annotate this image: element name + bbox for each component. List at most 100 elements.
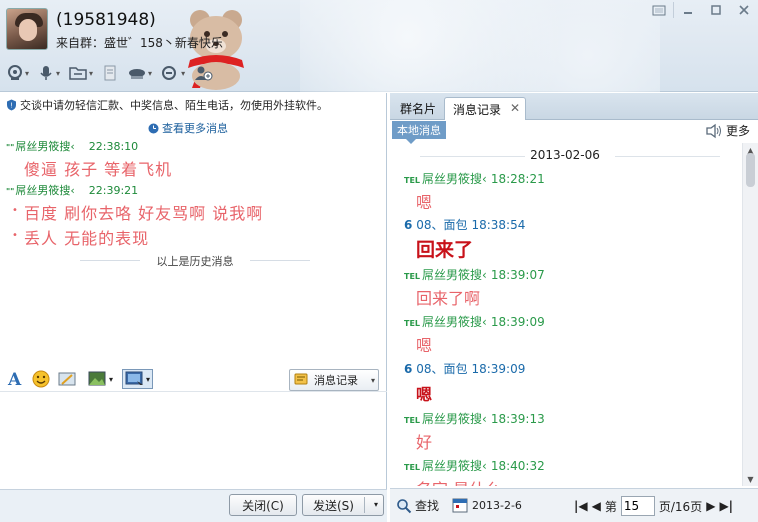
file-transfer-button[interactable]: ▾ [66,62,95,84]
scroll-thumb[interactable] [746,153,755,187]
font-button[interactable]: A [6,369,24,389]
log-date-divider: 2013-02-06 [400,148,730,162]
tel-badge-icon: TEL [404,463,421,472]
shield-icon: ! [7,99,16,111]
video-call-button[interactable]: ▾ [4,62,31,84]
tab-message-record-label: 消息记录 [453,102,502,117]
chat-header: (19581948) 来自群：盛世゛158丶新春快乐 ▾ ▾ ▾ ▾ ▾ [0,0,758,92]
log-message: 嗯 [416,336,433,355]
picture-icon [88,371,106,386]
message-input[interactable] [0,393,387,489]
local-messages-tab[interactable]: 本地消息 [392,121,446,144]
more-button[interactable]: 更多 [705,122,750,139]
record-subbar: 本地消息 更多 [390,120,758,144]
scroll-down-icon[interactable]: ▼ [743,472,758,486]
screenshot-button[interactable]: ▾ [122,369,154,389]
prev-page-icon[interactable]: ◀ [592,499,601,513]
tab-message-record[interactable]: 消息记录 ✕ [444,97,527,120]
screenshot-icon [125,371,143,385]
pager: |◀ ◀ 第 页/16页 ▶ ▶| [574,496,733,516]
image-button[interactable]: ▾ [88,369,113,389]
log-message: 嗯 [416,385,433,404]
document-icon [104,65,116,81]
log-sender: TEL 屌丝男筱搜‹ 18:40:32 [404,459,545,473]
send-button[interactable]: 发送(S) ▾ [302,494,384,516]
tel-badge-icon: "" [6,187,15,196]
history-sender: ""屌丝男筱搜‹ 22:39:21 [6,184,139,197]
history-message: 傻逼 孩子 等着飞机 [24,160,173,179]
tab-group-card[interactable]: 群名片 [392,97,444,120]
history-message: 丢人 无能的表现 [12,225,149,249]
last-page-icon[interactable]: ▶| [719,499,733,513]
svg-text:!: ! [10,102,13,110]
tel-badge-icon: TEL [404,416,421,425]
clock-icon [148,123,159,133]
date-picker-button[interactable]: 2013-2-6 [452,497,522,513]
tel-badge-icon: TEL [404,272,421,281]
message-record-button[interactable]: 消息记录 ▾ [289,369,379,391]
next-page-icon[interactable]: ▶ [706,499,715,513]
font-icon: A [7,370,22,388]
app-center-button[interactable]: ▾ [158,62,187,84]
history-message: 百度 刷你去咯 好友骂啊 说我啊 [12,200,263,224]
side-tabs: 群名片 消息记录 ✕ [390,93,758,120]
log-message: 嗯 [416,193,433,212]
group-id: (19581948) [56,10,156,30]
announcement-button[interactable]: ▾ [125,62,154,84]
speaker-icon [706,123,721,138]
window-controls [645,0,758,22]
security-notice: ! 交谈中请勿轻信汇款、中奖信息、陌生电话，勿使用外挂软件。 [6,97,328,113]
history-sender: ""屌丝男筱搜‹ 22:38:10 [6,140,139,153]
message-record-label: 消息记录 [314,374,358,387]
camera-icon [8,65,22,80]
close-icon[interactable]: ✕ [510,101,520,115]
log-message: 回来了啊 [416,289,481,308]
close-button[interactable]: 关闭(C) [229,494,297,516]
voice-call-button[interactable]: ▾ [35,62,62,84]
view-more-messages-text: 查看更多消息 [162,122,228,135]
log-sender: TEL 屌丝男筱搜‹ 18:39:09 [404,315,545,329]
group-avatar[interactable] [6,8,48,50]
view-more-messages-link[interactable]: 查看更多消息 [148,120,228,136]
magic-emoji-button[interactable] [58,369,78,389]
first-page-icon[interactable]: |◀ [574,499,588,513]
log-sender: 6 08、面包 18:39:09 [404,362,526,376]
message-log: 2013-02-06 TEL 屌丝男筱搜‹ 18:28:21 嗯 6 08、面包 18… [390,143,742,486]
chat-record-icon [294,373,308,385]
log-sender: TEL 屌丝男筱搜‹ 18:39:07 [404,268,545,282]
record-footer: 查找 2013-2-6 |◀ ◀ 第 页/16页 ▶ ▶| [390,488,758,522]
log-message: 好 [416,433,433,452]
minimize-icon[interactable] [674,0,702,20]
skin-icon[interactable] [645,0,673,20]
microphone-icon [40,66,52,80]
log-sender: 6 08、面包 18:38:54 [404,218,526,232]
maximize-icon[interactable] [702,0,730,20]
invite-member-button[interactable] [191,62,215,84]
side-panel: 群名片 消息记录 ✕ 本地消息 更多 2013-02-06 TEL 屌丝男筱搜‹ 1… [390,93,758,522]
page-prefix: 第 [604,499,617,514]
find-label: 查找 [415,499,440,513]
log-sender: TEL 屌丝男筱搜‹ 18:39:13 [404,412,545,426]
log-message: 名字 是什么 [416,476,501,486]
close-icon[interactable] [730,0,758,20]
send-button-label: 发送(S) [313,498,354,513]
more-label: 更多 [725,124,750,138]
chevron-down-icon: ▾ [370,375,375,385]
header-background [300,0,660,92]
svg-text:A: A [7,370,22,388]
log-sender: TEL 屌丝男筱搜‹ 18:28:21 [404,172,545,186]
document-button[interactable] [99,62,121,84]
history-end-divider: 以上是历史消息 [80,253,310,269]
chevron-down-icon[interactable]: ▾ [374,500,378,509]
page-input[interactable] [620,496,655,516]
emoji-button[interactable] [32,369,50,389]
group-source: 来自群：盛世゛158丶新春快乐 [56,36,223,50]
log-scrollbar[interactable]: ▲ ▼ [742,143,758,486]
find-button[interactable]: 查找 [396,497,439,514]
add-user-icon [195,66,213,81]
tel-badge-icon: TEL [404,319,421,328]
page-total: 页/16页 [658,499,703,514]
chat-toolbar: ▾ ▾ ▾ ▾ ▾ [4,62,215,86]
action-bar: 关闭(C) 发送(S) ▾ [0,489,387,522]
date-picker-label: 2013-2-6 [472,498,522,512]
